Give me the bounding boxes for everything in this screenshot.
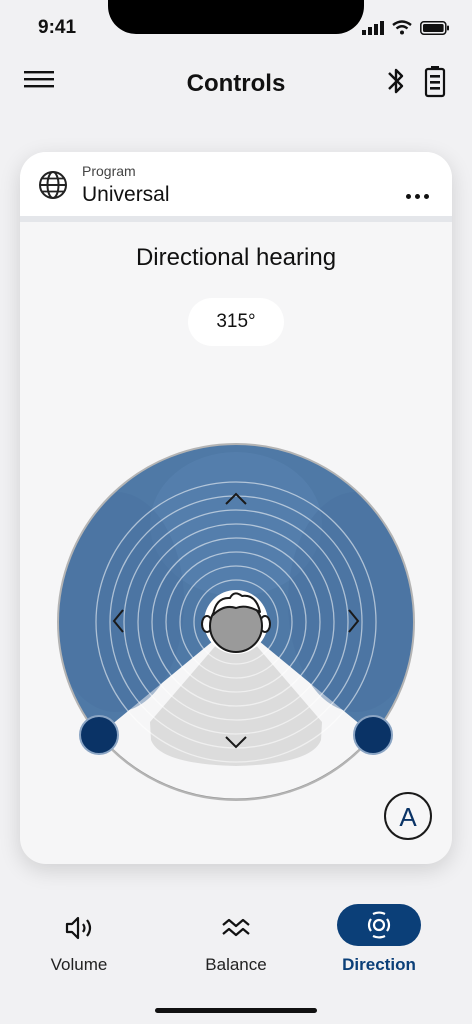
- battery-status-icon: [420, 20, 449, 35]
- nav-bar: Controls: [0, 58, 472, 110]
- tab-direction[interactable]: Direction: [324, 890, 464, 990]
- direction-control[interactable]: [20, 152, 452, 864]
- tab-volume[interactable]: Volume: [9, 890, 149, 990]
- tab-balance[interactable]: Balance: [166, 890, 306, 990]
- right-beam-handle[interactable]: [353, 715, 393, 755]
- auto-mode-button[interactable]: A: [384, 792, 432, 840]
- tab-bar: Volume Balance Direction: [0, 890, 472, 1024]
- bluetooth-icon[interactable]: [386, 64, 406, 98]
- tab-direction-label: Direction: [342, 955, 416, 974]
- notch: [108, 0, 364, 34]
- wifi-icon: [392, 20, 412, 35]
- status-icons: [362, 20, 450, 35]
- tab-volume-label: Volume: [50, 955, 108, 974]
- home-indicator: [155, 1008, 317, 1013]
- status-bar: 9:41: [0, 0, 472, 58]
- left-beam-handle[interactable]: [79, 715, 119, 755]
- device-battery-icon[interactable]: [424, 64, 446, 98]
- direction-icon: [367, 911, 391, 939]
- signal-icon: [362, 20, 384, 35]
- speaker-icon: [65, 916, 92, 940]
- waves-icon: [222, 918, 250, 937]
- status-time: 9:41: [38, 17, 77, 38]
- tab-balance-label: Balance: [205, 955, 267, 974]
- controls-card: Program Universal Directional hearing 31…: [20, 152, 452, 864]
